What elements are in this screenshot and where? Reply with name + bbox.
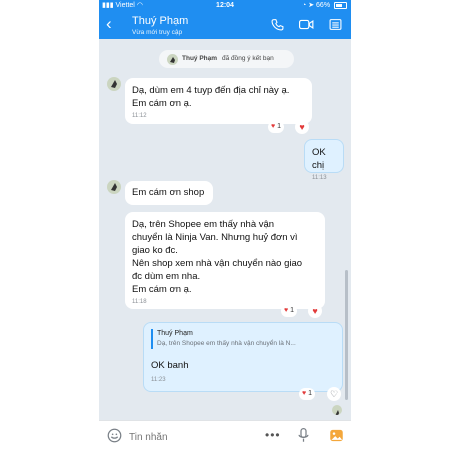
reaction-count: 1 bbox=[290, 307, 295, 314]
message-time: 11:13 bbox=[312, 175, 327, 181]
seen-avatar bbox=[332, 405, 342, 415]
back-icon[interactable]: ‹ bbox=[106, 14, 112, 34]
message-line: giao ko đc. bbox=[132, 245, 178, 256]
chat-screen: ▮▮▮ Viettel ◠ 12:04 ◔ ➤ 66% ‹ Thuý Phạm … bbox=[99, 0, 351, 450]
message-input-bar: ••• bbox=[99, 420, 351, 450]
message-line: đc dùm em nha. bbox=[132, 271, 201, 282]
reaction-summary[interactable]: ♥ 1 bbox=[268, 121, 285, 133]
contact-name[interactable]: Thuý Phạm bbox=[132, 15, 188, 27]
message-bubble[interactable]: Dạ, dùm em 4 tuyp đến địa chỉ này ạ. Em … bbox=[125, 78, 312, 124]
quoted-message[interactable]: Thuý Phạm Dạ, trên Shopee em thấy nhà vậ… bbox=[151, 329, 335, 349]
image-gallery-icon[interactable] bbox=[329, 428, 344, 448]
message-bubble[interactable]: Dạ, trên Shopee em thấy nhà vận chuyển l… bbox=[125, 212, 325, 309]
heart-icon: ♥ bbox=[302, 390, 307, 397]
message-input[interactable] bbox=[127, 427, 241, 447]
message-bubble[interactable]: Em cám ơn shop bbox=[125, 181, 213, 205]
battery-icon bbox=[334, 1, 347, 9]
message-line: Em cám ơn shop bbox=[132, 187, 205, 198]
avatar[interactable] bbox=[107, 180, 121, 194]
more-options-icon[interactable]: ••• bbox=[265, 428, 281, 442]
status-bar: ▮▮▮ Viettel ◠ 12:04 ◔ ➤ 66% bbox=[99, 0, 351, 11]
message-time: 11:12 bbox=[132, 113, 147, 119]
message-line: Dạ, dùm em 4 tuyp đến địa chỉ này ạ. bbox=[132, 85, 290, 96]
heart-outline-reaction-button[interactable]: ♡ bbox=[327, 387, 341, 401]
message-line: Nên shop xem nhà vận chuyển nào giao bbox=[132, 258, 303, 269]
quoted-name: Thuý Phạm bbox=[157, 330, 193, 337]
reaction-count: 1 bbox=[308, 390, 313, 397]
message-time: 11:23 bbox=[151, 377, 166, 383]
friend-accepted-notice: Thuý Phạm đã đồng ý kết bạn bbox=[159, 50, 294, 68]
status-right: ◔ ➤ 66% bbox=[302, 0, 347, 11]
notice-text: đã đồng ý kết bạn bbox=[222, 55, 274, 62]
alarm-icon: ◔ bbox=[302, 2, 307, 9]
quoted-text: Dạ, trên Shopee em thấy nhà vận chuyển l… bbox=[157, 340, 296, 347]
message-line: chuyển là Ninja Van. Nhưng huỷ đơn vì bbox=[132, 232, 298, 243]
video-call-icon[interactable] bbox=[299, 18, 314, 36]
heart-icon: ♥ bbox=[284, 307, 289, 314]
message-line: Dạ, trên Shopee em thấy nhà vận bbox=[132, 219, 275, 230]
avatar[interactable] bbox=[107, 77, 121, 91]
reaction-count: 1 bbox=[277, 123, 282, 130]
message-line: OK banh bbox=[151, 360, 189, 371]
location-icon: ➤ bbox=[308, 2, 315, 9]
presence-status: Vừa mới truy cập bbox=[132, 29, 183, 36]
heart-reaction-button[interactable]: ♥ bbox=[308, 304, 322, 318]
notice-name: Thuý Phạm bbox=[182, 55, 218, 62]
heart-reaction-button[interactable]: ♥ bbox=[295, 120, 309, 134]
emoji-icon[interactable] bbox=[107, 428, 122, 448]
reaction-summary[interactable]: ♥ 1 bbox=[281, 305, 298, 317]
heart-icon: ♥ bbox=[271, 123, 276, 130]
message-line: Em cám ơn ạ. bbox=[132, 284, 192, 295]
avatar bbox=[167, 54, 178, 65]
scrollbar[interactable] bbox=[345, 270, 348, 400]
phone-call-icon[interactable] bbox=[271, 18, 284, 36]
chat-header: ‹ Thuý Phạm Vừa mới truy cập bbox=[99, 11, 351, 39]
menu-list-icon[interactable] bbox=[329, 18, 342, 36]
message-bubble[interactable]: Thuý Phạm Dạ, trên Shopee em thấy nhà vậ… bbox=[143, 322, 343, 392]
microphone-icon[interactable] bbox=[298, 428, 309, 448]
message-bubble[interactable]: OK chị 11:13 bbox=[304, 139, 344, 181]
message-line: OK chị bbox=[312, 147, 326, 171]
battery-percent: 66% bbox=[316, 2, 331, 9]
reaction-summary[interactable]: ♥ 1 bbox=[299, 388, 316, 400]
message-line: Em cám ơn ạ. bbox=[132, 98, 192, 109]
